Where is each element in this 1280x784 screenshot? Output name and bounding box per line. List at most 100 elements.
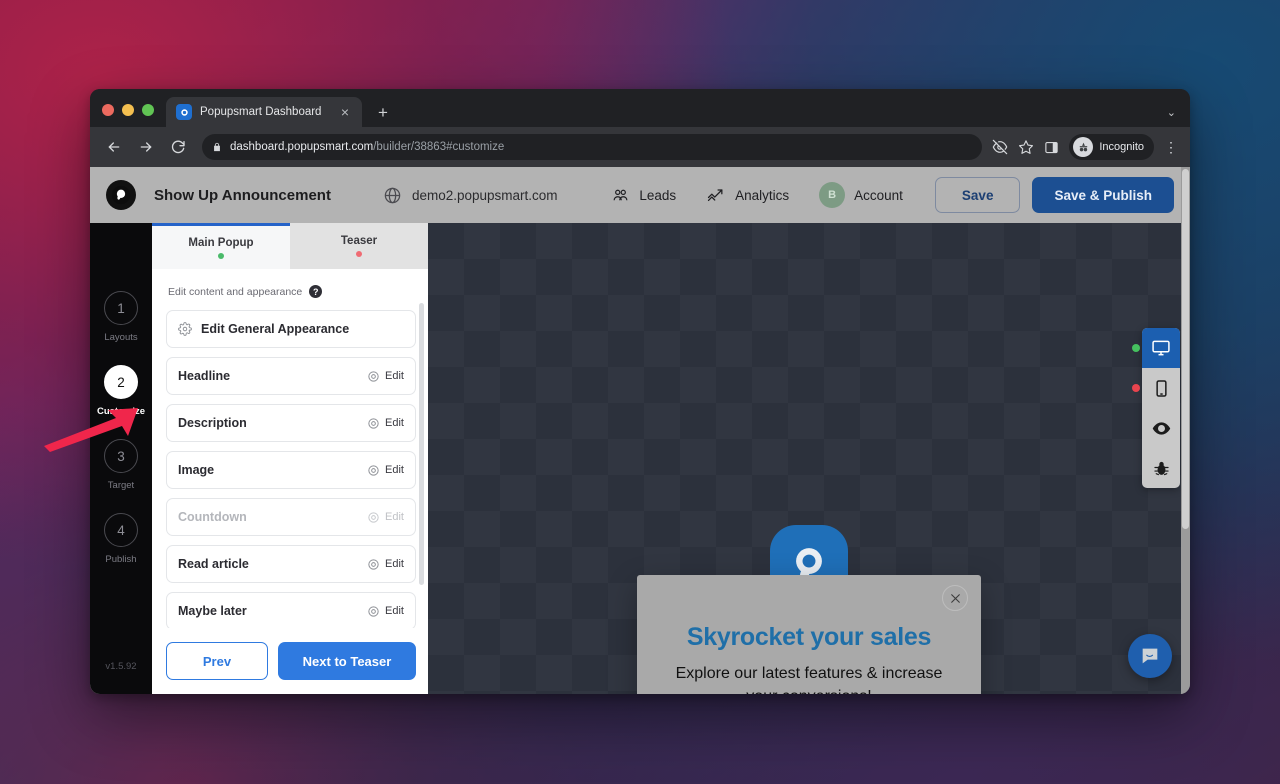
eye-preview-icon [1151,418,1172,439]
row-maybe-later[interactable]: Maybe later Edit [166,592,416,628]
step-item-layouts[interactable]: 1 Layouts [104,291,138,343]
nav-label-account: Account [854,188,903,203]
browser-tab[interactable]: Popupsmart Dashboard × [166,97,362,127]
row-edit-label: Edit [385,370,404,382]
row-edit-label: Edit [385,464,404,476]
viewport-scrollbar-track[interactable] [1181,167,1190,694]
row-edit-button[interactable]: Edit [367,370,404,383]
url-path: /builder/38863#customize [373,141,504,153]
next-to-teaser-button[interactable]: Next to Teaser [278,642,416,680]
gear-icon [367,464,380,477]
nav-item-leads[interactable]: Leads [611,186,676,205]
popup-preview: Skyrocket your sales Explore our latest … [637,575,981,694]
incognito-icon [1073,137,1093,157]
site-chip[interactable]: demo2.popupsmart.com [383,186,558,205]
step-number: 1 [104,291,138,325]
save-and-publish-button[interactable]: Save & Publish [1032,177,1174,213]
close-icon[interactable] [942,585,968,611]
panel-scrollbar-thumb[interactable] [419,303,424,585]
status-dot-green [1132,344,1140,352]
debug-bug-button[interactable] [1142,448,1180,488]
prev-button[interactable]: Prev [166,642,268,680]
row-description[interactable]: Description Edit [166,404,416,442]
chat-bubble-button[interactable] [1128,634,1172,678]
nav-item-account[interactable]: B Account [819,182,903,208]
profile-chip[interactable]: Incognito [1069,134,1154,160]
new-tab-icon[interactable]: + [374,103,392,121]
row-edit-button[interactable]: Edit [367,511,404,524]
step-number: 2 [104,365,138,399]
address-bar[interactable]: dashboard.popupsmart.com/builder/38863#c… [202,134,982,160]
close-window-button[interactable] [102,104,114,116]
mobile-view-button[interactable] [1142,368,1180,408]
chevron-down-icon[interactable]: ⌄ [1167,106,1176,119]
maximize-window-button[interactable] [142,104,154,116]
status-dot-red [1132,384,1140,392]
reload-icon[interactable] [164,133,192,161]
gear-icon [367,511,380,524]
desktop-icon [1151,338,1171,358]
browser-toolbar: dashboard.popupsmart.com/builder/38863#c… [90,127,1190,167]
panel-content: Edit content and appearance ? Edit Gener… [152,269,428,628]
tab-teaser[interactable]: Teaser [290,223,428,269]
desktop-view-button[interactable] [1142,328,1180,368]
row-label: Countdown [178,510,247,524]
row-edit-button[interactable]: Edit [367,417,404,430]
step-label: Layouts [104,332,137,343]
row-headline[interactable]: Headline Edit [166,357,416,395]
step-label: Publish [105,554,136,565]
tab-label: Main Popup [188,237,253,249]
row-edit-button[interactable]: Edit [367,605,404,618]
row-label: Headline [178,369,230,383]
row-edit-general-appearance[interactable]: Edit General Appearance [166,310,416,348]
save-button[interactable]: Save [935,177,1021,213]
step-number: 3 [104,439,138,473]
gear-icon [367,605,380,618]
browser-tab-title: Popupsmart Dashboard [200,106,328,118]
row-read-article[interactable]: Read article Edit [166,545,416,583]
row-label: Read article [178,557,249,571]
eye-off-icon[interactable] [992,139,1008,155]
site-domain: demo2.popupsmart.com [412,188,558,203]
tab-label: Teaser [341,235,377,247]
row-edit-label: Edit [385,511,404,523]
status-dot-red [356,251,362,257]
viewport-scrollbar-thumb[interactable] [1182,169,1189,529]
minimize-window-button[interactable] [122,104,134,116]
panel-tabs: Main Popup Teaser [152,223,428,269]
nav-label-analytics: Analytics [735,188,789,203]
avatar: B [819,182,845,208]
tab-main-popup[interactable]: Main Popup [152,223,290,269]
popup-headline: Skyrocket your sales [665,623,953,652]
row-label: Maybe later [178,604,247,618]
back-icon[interactable] [100,133,128,161]
forward-icon[interactable] [132,133,160,161]
popup-card: Skyrocket your sales Explore our latest … [637,575,981,694]
chat-bubble-icon [1139,645,1161,667]
step-item-target[interactable]: 3 Target [104,439,138,491]
url-host: dashboard.popupsmart.com [230,141,373,153]
popupsmart-logo-icon[interactable] [106,180,136,210]
row-edit-button[interactable]: Edit [367,558,404,571]
row-edit-button[interactable]: Edit [367,464,404,477]
step-item-customize[interactable]: 2 Customize [97,365,145,417]
panel-footer: Prev Next to Teaser [152,628,428,694]
row-label: Description [178,416,247,430]
bookmark-star-icon[interactable] [1018,139,1034,155]
page-title: Show Up Announcement [154,187,331,204]
row-image[interactable]: Image Edit [166,451,416,489]
help-icon[interactable]: ? [309,285,322,298]
step-item-publish[interactable]: 4 Publish [104,513,138,565]
app-body: 1 Layouts 2 Customize 3 Target 4 Publish… [90,223,1190,694]
browser-menu-icon[interactable]: ⋮ [1164,143,1178,151]
side-panel-icon[interactable] [1044,140,1059,155]
row-edit-label: Edit [385,605,404,617]
nav-item-analytics[interactable]: Analytics [706,185,789,205]
step-label: Target [108,480,134,491]
close-tab-icon[interactable]: × [336,103,354,121]
popup-body: Skyrocket your sales Explore our latest … [637,575,981,694]
step-label: Customize [97,406,145,417]
nav-label-leads: Leads [639,188,676,203]
row-countdown[interactable]: Countdown Edit [166,498,416,536]
preview-eye-button[interactable] [1142,408,1180,448]
